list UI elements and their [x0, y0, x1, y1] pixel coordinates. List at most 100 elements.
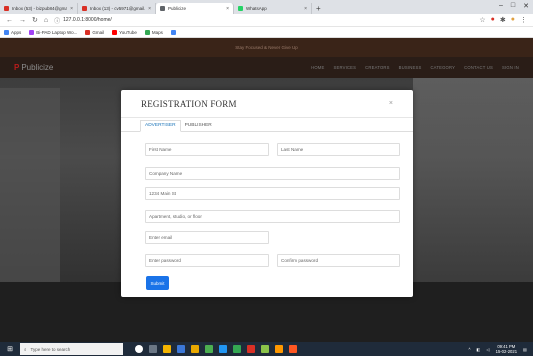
bookmark-label: Bi-PAD Laptop Wo... [36, 29, 78, 35]
app-icon-8[interactable] [289, 345, 297, 353]
tab-label: WhatsApp [246, 6, 267, 11]
tab-advertiser[interactable]: ADVERTISER [140, 120, 181, 132]
tab-close-icon[interactable]: × [148, 6, 151, 12]
new-tab-button[interactable]: + [316, 3, 321, 14]
nav-link[interactable]: SIGN IN [502, 65, 519, 70]
close-window-icon[interactable]: ✕ [523, 2, 529, 10]
opera-extension-icon[interactable]: ● [491, 16, 495, 24]
cortana-icon[interactable] [135, 345, 143, 353]
modal-header: REGISTRATION FORM × [121, 90, 413, 118]
url-text: 127.0.0.1:8000/home/ [63, 17, 112, 23]
background-building-left [0, 88, 60, 308]
back-icon[interactable]: ← [6, 17, 13, 24]
tab-publisher[interactable]: PUBLISHER [181, 123, 216, 131]
confirm-password-field[interactable]: Confirm password [277, 254, 400, 267]
window-controls: – □ ✕ [499, 2, 529, 10]
maximize-icon[interactable]: □ [511, 2, 515, 10]
tab-label: Inbox (13) - cv5971@gmail.c [90, 6, 146, 11]
windows-taskbar: ⊞ ⌕ Type here to search ^ ◧ ◁ 09:41 PM 1… [0, 342, 533, 356]
tab-close-icon[interactable]: × [226, 6, 229, 12]
tab-label: Publicize [168, 6, 187, 11]
tab-close-icon[interactable]: × [304, 6, 307, 12]
tab-favicon-icon [160, 6, 165, 11]
first-name-field[interactable]: First Name [145, 143, 269, 156]
submit-button[interactable]: Submit [146, 276, 169, 290]
nav-link[interactable]: HOME [311, 65, 324, 70]
task-view-icon[interactable] [149, 345, 157, 353]
logo-text: Publicize [21, 63, 54, 72]
star-icon[interactable]: ☆ [479, 16, 485, 24]
tab-label: Inbox (53) - bizpub84@gmail.c [12, 6, 68, 11]
nav-link[interactable]: CATEGORY [430, 65, 455, 70]
reload-icon[interactable]: ↻ [32, 16, 38, 24]
browser-tab[interactable]: Inbox (13) - cv5971@gmail.c × [78, 3, 156, 14]
clock-date: 15-02-2021 [495, 349, 518, 354]
modal-tabs: ADVERTISER PUBLISHER [121, 118, 413, 132]
home-icon[interactable]: ⌂ [44, 17, 48, 24]
top-strip: Stay Focused & Never Give Up [0, 38, 533, 57]
taskbar-apps [135, 345, 297, 353]
close-icon[interactable]: × [389, 100, 393, 107]
site-logo[interactable]: P Publicize [14, 63, 53, 72]
nav-link[interactable]: BUSINESS [399, 65, 422, 70]
taskbar-search[interactable]: ⌕ Type here to search [20, 343, 123, 355]
clock[interactable]: 09:41 PM 15-02-2021 [496, 344, 517, 354]
forward-icon[interactable]: → [19, 17, 26, 24]
address-field[interactable]: 1234 Main St [145, 187, 400, 200]
last-name-field[interactable]: Last Name [277, 143, 400, 156]
notifications-icon[interactable]: ▤ [523, 347, 527, 352]
volume-icon[interactable]: ◁ [486, 347, 489, 352]
app-icon-3[interactable] [205, 345, 213, 353]
bookmark-item[interactable] [170, 29, 178, 35]
bookmark-item[interactable]: Maps [144, 29, 163, 35]
bookmark-icon [170, 29, 176, 35]
email-field[interactable]: Enter email [145, 231, 269, 244]
network-icon[interactable]: ◧ [476, 347, 480, 352]
search-icon: ⌕ [24, 346, 27, 352]
bookmark-label: YouTube [119, 29, 137, 35]
nav-link[interactable]: SERVICES [333, 65, 356, 70]
browser-tab[interactable]: WhatsApp × [234, 3, 312, 14]
minimize-icon[interactable]: – [499, 2, 503, 10]
password-field[interactable]: Enter password [145, 254, 269, 267]
background-building-right [413, 78, 533, 308]
app-icon-2[interactable] [177, 345, 185, 353]
address2-field[interactable]: Apartment, studio, or floor [145, 210, 400, 223]
nav-link[interactable]: CREATORS [365, 65, 389, 70]
bookmarks-bar: Apps Bi-PAD Laptop Wo... Gmail YouTube Maps [0, 27, 533, 38]
bookmark-item[interactable]: Bi-PAD Laptop Wo... [29, 29, 78, 35]
info-icon[interactable]: ⓘ [54, 16, 60, 25]
app-icon-4[interactable] [219, 345, 227, 353]
logo-mark: P [14, 63, 20, 72]
windows-start-icon[interactable]: ⊞ [0, 342, 20, 356]
tab-favicon-icon [4, 6, 9, 11]
browser-tab[interactable]: Publicize × [156, 3, 234, 14]
browser-tab-bar: Inbox (53) - bizpub84@gmail.c×Inbox (13)… [0, 0, 533, 14]
bookmark-item[interactable]: Gmail [85, 29, 104, 35]
taskbar-search-text: Type here to search [30, 346, 71, 352]
extensions: ☆ ● ✱ ● ⋮ [479, 16, 527, 24]
file-explorer-icon[interactable] [191, 345, 199, 353]
browser-tab[interactable]: Inbox (53) - bizpub84@gmail.c× [0, 3, 78, 14]
puzzle-extension-icon[interactable]: ✱ [500, 16, 506, 24]
tray-up-icon[interactable]: ^ [468, 347, 470, 352]
chrome-icon[interactable] [233, 345, 241, 353]
system-tray: ^ ◧ ◁ 09:41 PM 15-02-2021 ▤ [468, 344, 533, 354]
bookmark-item[interactable]: Apps [4, 29, 21, 35]
profile-avatar-icon[interactable]: ● [511, 16, 515, 24]
bookmark-icon [144, 29, 150, 35]
app-icon-5[interactable] [247, 345, 255, 353]
tab-favicon-icon [82, 6, 87, 11]
company-name-field[interactable]: Company Name [145, 167, 400, 180]
app-icon-7[interactable] [275, 345, 283, 353]
app-icon-1[interactable] [163, 345, 171, 353]
nav-link[interactable]: CONTACT US [464, 65, 493, 70]
app-icon-6[interactable] [261, 345, 269, 353]
registration-modal: REGISTRATION FORM × ADVERTISER PUBLISHER… [121, 90, 413, 297]
menu-dots-icon[interactable]: ⋮ [520, 16, 527, 24]
url-field[interactable]: ⓘ 127.0.0.1:8000/home/ [54, 16, 473, 25]
tab-close-icon[interactable]: × [70, 6, 73, 12]
tagline: Stay Focused & Never Give Up [235, 45, 298, 50]
bookmark-item[interactable]: YouTube [112, 29, 137, 35]
tab-favicon-icon [238, 6, 243, 11]
